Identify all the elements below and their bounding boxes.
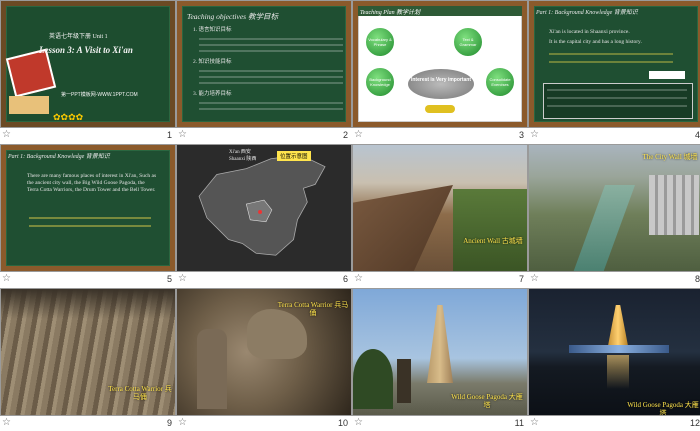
star-icon[interactable]: ☆ [530,129,539,141]
slide-2-item-2: 2. 知识技能目标 [193,59,232,65]
slide-3-heading: Teaching Plan 教学计划 [360,10,421,16]
star-icon[interactable]: ☆ [178,417,187,429]
slide-sorter-grid: ✿✿✿✿ 英语七年级下册 Unit 1 Lesson 3: A Visit to… [0,0,700,431]
slide-number: 4 [694,130,700,140]
slide-10-status-bar: ☆ 10 [176,416,352,431]
star-icon[interactable]: ☆ [354,417,363,429]
star-icon[interactable]: ☆ [530,273,539,285]
slide-2-preview: Teaching objectives 教学目标 1. 语言知识目标 2. 知识… [176,0,352,128]
slide-9-status-bar: ☆ 9 [0,416,176,431]
slide-number: 11 [514,418,524,428]
star-icon[interactable]: ☆ [530,417,539,429]
slide-1-watermark: 第一PPT模板网-WWW.1PPT.COM [61,92,138,98]
slide-12-preview: Wild Goose Pagoda 大雁塔 [528,288,700,416]
slide-number: 8 [694,274,700,284]
slide-number: 1 [166,130,172,140]
slide-number: 9 [166,418,172,428]
slide-thumbnail-8[interactable]: The City Wall 城墙 ☆ 8 [528,144,700,288]
slide-12-status-bar: ☆ 12 [528,416,700,431]
slide-6-legend-2: Shaanxi 陕西 [229,157,257,162]
slide-8-caption: The City Wall 城墙 [642,153,698,161]
slide-thumbnail-12[interactable]: Wild Goose Pagoda 大雁塔 ☆ 12 [528,288,700,431]
slide-3-circle-1: Vocabulary & Phrase [365,27,395,57]
slide-3-preview: Teaching Plan 教学计划 Interest is Very impo… [352,0,528,128]
slide-number: 2 [342,130,348,140]
slide-2-status-bar: ☆ 2 [176,128,352,144]
slide-5-heading: Part 1: Background Knowledge 背景知识 [8,154,110,160]
slide-2-item-3: 3. 能力培养目标 [193,91,232,97]
slide-7-caption: Ancient Wall 古城墙 [463,237,523,245]
slide-5-text: There are many famous places of interest… [27,173,157,193]
slide-thumbnail-5[interactable]: Part 1: Background Knowledge 背景知识 There … [0,144,176,288]
slide-1-title: Lesson 3: A Visit to Xi'an [39,45,133,55]
slide-4-line-2: It is the capital city and has a long hi… [549,39,642,45]
slide-8-preview: The City Wall 城墙 [528,144,700,272]
slide-10-preview: Terra Cotta Warrior 兵马俑 [176,288,352,416]
slide-thumbnail-3[interactable]: Teaching Plan 教学计划 Interest is Very impo… [352,0,528,144]
slide-number: 7 [518,274,524,284]
slide-7-status-bar: ☆ 7 [352,272,528,288]
slide-3-circle-2: Text & Grammar [453,27,483,57]
star-icon[interactable]: ☆ [2,417,11,429]
slide-thumbnail-4[interactable]: Part 1: Background Knowledge 背景知识 Xi'an … [528,0,700,144]
china-map-image [198,154,326,256]
slide-thumbnail-10[interactable]: Terra Cotta Warrior 兵马俑 ☆ 10 [176,288,352,431]
slide-6-preview: 位置示意图 Xi'an 西安 Shaanxi 陕西 [176,144,352,272]
slide-11-status-bar: ☆ 11 [352,416,528,431]
star-icon[interactable]: ☆ [178,129,187,141]
house-image [9,96,49,114]
star-icon[interactable]: ☆ [354,273,363,285]
slide-1-status-bar: ☆ 1 [0,128,176,144]
slide-thumbnail-6[interactable]: 位置示意图 Xi'an 西安 Shaanxi 陕西 ☆ 6 [176,144,352,288]
slide-11-caption: Wild Goose Pagoda 大雁塔 [451,393,523,409]
slide-2-heading: Teaching objectives 教学目标 [187,12,278,21]
slide-9-preview: Terra Cotta Warrior 兵马俑 [0,288,176,416]
slide-6-status-bar: ☆ 6 [176,272,352,288]
slide-thumbnail-1[interactable]: ✿✿✿✿ 英语七年级下册 Unit 1 Lesson 3: A Visit to… [0,0,176,144]
slide-number: 3 [518,130,524,140]
slide-4-line-1: Xi'an is located in Shaanxi province. [549,29,630,35]
slide-1-subtitle: 英语七年级下册 Unit 1 [49,34,108,40]
slide-thumbnail-11[interactable]: Wild Goose Pagoda 大雁塔 ☆ 11 [352,288,528,431]
slide-4-status-bar: ☆ 4 [528,128,700,144]
slide-number: 6 [342,274,348,284]
slide-4-preview: Part 1: Background Knowledge 背景知识 Xi'an … [528,0,700,128]
star-icon[interactable]: ☆ [354,129,363,141]
star-icon[interactable]: ☆ [2,129,11,141]
slide-4-heading: Part 1: Background Knowledge 背景知识 [536,10,638,16]
star-icon[interactable]: ☆ [178,273,187,285]
slide-11-preview: Wild Goose Pagoda 大雁塔 [352,288,528,416]
slide-thumbnail-9[interactable]: Terra Cotta Warrior 兵马俑 ☆ 9 [0,288,176,431]
slide-thumbnail-2[interactable]: Teaching objectives 教学目标 1. 语言知识目标 2. 知识… [176,0,352,144]
slide-3-circle-4: Consolidate Exercises [485,67,515,97]
slide-7-preview: Ancient Wall 古城墙 [352,144,528,272]
slide-9-caption: Terra Cotta Warrior 兵马俑 [108,385,172,401]
slide-6-label: 位置示意图 [277,151,311,161]
slide-3-center: Interest is Very important [408,69,474,99]
slide-5-status-bar: ☆ 5 [0,272,176,288]
star-icon[interactable]: ☆ [2,273,11,285]
slide-5-preview: Part 1: Background Knowledge 背景知识 There … [0,144,176,272]
slide-thumbnail-7[interactable]: Ancient Wall 古城墙 ☆ 7 [352,144,528,288]
slide-1-preview: ✿✿✿✿ 英语七年级下册 Unit 1 Lesson 3: A Visit to… [0,0,176,128]
sunflower-icon: ✿✿✿✿ [53,113,84,123]
slide-8-status-bar: ☆ 8 [528,272,700,288]
slide-number: 12 [689,418,700,428]
slide-3-status-bar: ☆ 3 [352,128,528,144]
slide-12-caption: Wild Goose Pagoda 大雁塔 [627,401,699,416]
slide-number: 10 [337,418,348,428]
slide-number: 5 [166,274,172,284]
slide-10-caption: Terra Cotta Warrior 兵马俑 [277,301,349,317]
slide-3-circle-3: Background Knowledge [365,67,395,97]
slide-2-item-1: 1. 语言知识目标 [193,27,232,33]
slide-6-legend-1: Xi'an 西安 [229,150,251,155]
